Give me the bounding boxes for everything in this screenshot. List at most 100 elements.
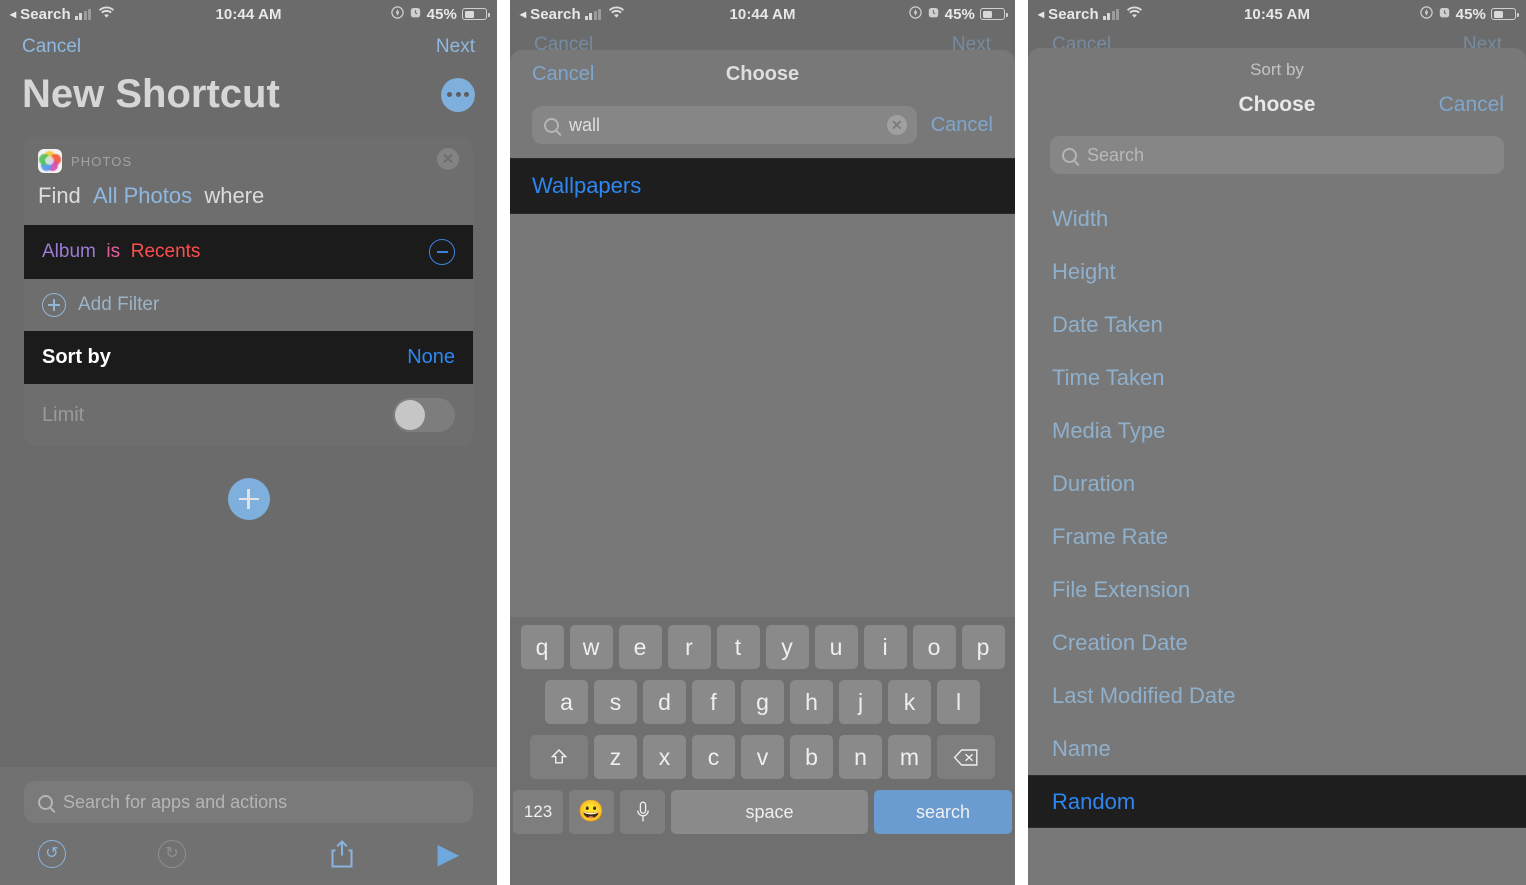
list-item-file-extension[interactable]: File Extension <box>1028 563 1526 616</box>
key-v[interactable]: v <box>741 735 784 779</box>
filter-row[interactable]: Album is Recents <box>24 225 473 279</box>
add-action-button[interactable] <box>227 478 270 520</box>
search-input[interactable]: Search <box>1050 136 1504 174</box>
key-e[interactable]: e <box>618 625 662 669</box>
key-u[interactable]: u <box>814 625 858 669</box>
key-n[interactable]: n <box>839 735 882 779</box>
key-f[interactable]: f <box>692 680 735 724</box>
list-item-name[interactable]: Name <box>1028 722 1526 775</box>
status-bar: ◂ Search 10:45 AM 45% <box>1028 0 1526 28</box>
status-battery-percent: 45% <box>1455 5 1486 23</box>
list-item-time-taken[interactable]: Time Taken <box>1028 351 1526 404</box>
sheet-cancel-button[interactable]: Cancel <box>532 63 594 86</box>
list-item-frame-rate[interactable]: Frame Rate <box>1028 510 1526 563</box>
key-d[interactable]: d <box>643 680 686 724</box>
backspace-icon[interactable] <box>937 735 995 779</box>
list-item-creation-date[interactable]: Creation Date <box>1028 616 1526 669</box>
search-placeholder: Search <box>1087 144 1145 165</box>
status-battery-percent: 45% <box>426 5 457 23</box>
cellular-bars-icon <box>1102 8 1120 20</box>
key-w[interactable]: w <box>569 625 613 669</box>
key-i[interactable]: i <box>863 625 907 669</box>
undo-icon[interactable]: ↺ <box>38 840 66 868</box>
filter-operator[interactable]: is <box>106 241 120 262</box>
key-r[interactable]: r <box>667 625 711 669</box>
page-title: New Shortcut <box>22 72 280 116</box>
limit-label: Limit <box>42 403 85 426</box>
list-item[interactable]: Wallpapers <box>510 158 1015 214</box>
shift-icon[interactable] <box>530 735 588 779</box>
search-input[interactable]: wall ✕ <box>532 106 917 144</box>
back-triangle-icon[interactable]: ◂ <box>10 8 16 20</box>
cancel-button[interactable]: Cancel <box>22 36 81 58</box>
redo-icon[interactable]: ↻ <box>158 840 186 868</box>
action-card-header: PHOTOS ✕ <box>24 137 473 179</box>
key-s[interactable]: s <box>594 680 637 724</box>
list-item-duration[interactable]: Duration <box>1028 457 1526 510</box>
close-circle-icon[interactable]: ✕ <box>437 148 459 170</box>
list-item-width[interactable]: Width <box>1028 192 1526 245</box>
search-input[interactable]: Search for apps and actions <box>24 781 473 823</box>
alarm-icon <box>1438 6 1451 23</box>
list-item-media-type[interactable]: Media Type <box>1028 404 1526 457</box>
sentence-prefix: Find <box>38 183 81 208</box>
sort-by-label: Sort by <box>42 346 111 368</box>
action-card: PHOTOS ✕ Find All Photos where Album is … <box>24 137 473 446</box>
search-cancel-button[interactable]: Cancel <box>931 114 993 137</box>
sheet-cancel-button[interactable]: Cancel <box>1439 93 1504 117</box>
list-item-last-modified-date[interactable]: Last Modified Date <box>1028 669 1526 722</box>
list-item-height[interactable]: Height <box>1028 245 1526 298</box>
minus-circle-icon[interactable] <box>429 239 455 265</box>
key-space[interactable]: space <box>671 790 868 834</box>
sentence-source-link[interactable]: All Photos <box>93 183 192 208</box>
limit-toggle[interactable] <box>393 398 455 432</box>
key-q[interactable]: q <box>520 625 564 669</box>
key-b[interactable]: b <box>790 735 833 779</box>
sort-by-row[interactable]: Sort by None <box>24 331 473 384</box>
microphone-icon[interactable] <box>620 790 665 834</box>
toolbar: ↺ ↻ ▶ <box>24 823 473 885</box>
clear-circle-icon[interactable]: ✕ <box>886 115 907 135</box>
sheet-title-bar: Choose Cancel <box>1028 82 1526 128</box>
key-y[interactable]: y <box>765 625 809 669</box>
search-placeholder: Search for apps and actions <box>63 791 288 812</box>
key-numbers[interactable]: 123 <box>513 790 563 834</box>
filter-field[interactable]: Album <box>42 241 96 262</box>
key-k[interactable]: k <box>888 680 931 724</box>
back-triangle-icon[interactable]: ◂ <box>1038 8 1044 20</box>
more-options-button[interactable] <box>441 77 475 112</box>
key-a[interactable]: a <box>545 680 588 724</box>
sort-options-list: Width Height Date Taken Time Taken Media… <box>1028 188 1526 828</box>
add-filter-row[interactable]: Add Filter <box>24 279 473 331</box>
list-item-date-taken[interactable]: Date Taken <box>1028 298 1526 351</box>
next-button[interactable]: Next <box>436 36 475 58</box>
list-item-label: Wallpapers <box>532 173 642 198</box>
status-back-label: Search <box>20 5 71 23</box>
key-h[interactable]: h <box>790 680 833 724</box>
share-icon[interactable] <box>329 839 355 869</box>
key-l[interactable]: l <box>937 680 980 724</box>
list-item-label: Media Type <box>1052 417 1166 443</box>
key-c[interactable]: c <box>692 735 735 779</box>
list-item-label: Time Taken <box>1052 364 1165 390</box>
key-p[interactable]: p <box>961 625 1005 669</box>
filter-value[interactable]: Recents <box>131 241 201 262</box>
key-search-return[interactable]: search <box>874 790 1012 834</box>
key-o[interactable]: o <box>912 625 956 669</box>
add-filter-label: Add Filter <box>78 294 160 315</box>
alarm-icon <box>927 6 940 23</box>
list-item-random[interactable]: Random <box>1028 775 1526 828</box>
key-j[interactable]: j <box>839 680 882 724</box>
list-item-label: Date Taken <box>1052 311 1163 337</box>
status-bar: ◂ Search 10:44 AM 45% <box>510 0 1015 28</box>
key-z[interactable]: z <box>594 735 637 779</box>
key-x[interactable]: x <box>643 735 686 779</box>
sort-by-value[interactable]: None <box>407 346 455 369</box>
back-triangle-icon[interactable]: ◂ <box>520 8 526 20</box>
emoji-icon[interactable]: 😀 <box>569 790 614 834</box>
play-icon[interactable]: ▶ <box>437 840 459 868</box>
key-t[interactable]: t <box>716 625 760 669</box>
battery-icon <box>1491 8 1519 20</box>
key-g[interactable]: g <box>741 680 784 724</box>
key-m[interactable]: m <box>888 735 931 779</box>
